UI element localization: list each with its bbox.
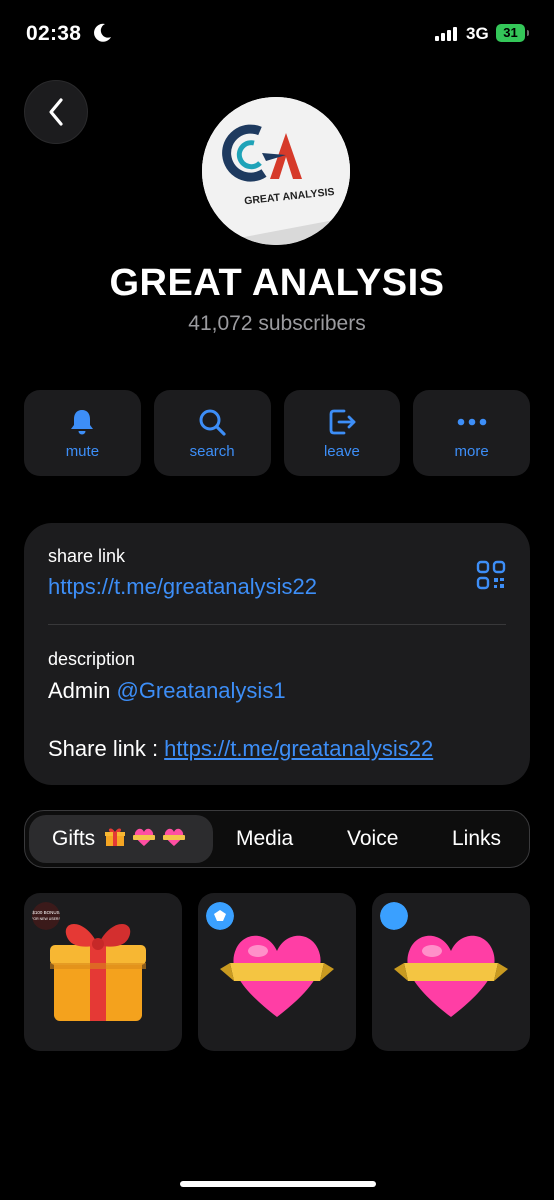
description-share-prefix: Share link : xyxy=(48,736,165,761)
search-icon xyxy=(199,409,226,436)
description-line-1: Admin @Greatanalysis1 xyxy=(48,678,286,704)
description-share-link[interactable]: https://t.me/greatanalysis22 xyxy=(164,736,433,761)
channel-name: GREAT ANALYSIS xyxy=(109,262,445,304)
leave-button[interactable]: leave xyxy=(283,390,401,476)
back-button[interactable] xyxy=(24,80,88,144)
search-button[interactable]: search xyxy=(153,390,271,476)
tab-media[interactable]: Media xyxy=(236,811,293,867)
mute-label: mute xyxy=(65,442,100,460)
leave-label: leave xyxy=(323,442,360,460)
description-line-2: Share link : https://t.me/greatanalysis2… xyxy=(48,736,433,762)
chevron-left-icon xyxy=(49,98,63,126)
info-divider xyxy=(48,624,506,625)
svg-text:FOR NEW USERS: FOR NEW USERS xyxy=(32,917,60,921)
qr-code-icon[interactable] xyxy=(476,560,506,590)
admin-mention-link[interactable]: @Greatanalysis1 xyxy=(116,678,285,703)
leave-icon xyxy=(329,409,356,434)
search-label: search xyxy=(189,442,235,460)
tab-voice[interactable]: Voice xyxy=(347,811,398,867)
gift-tile-heart-1[interactable] xyxy=(198,893,356,1051)
more-button[interactable]: more xyxy=(413,390,530,476)
tab-gifts[interactable]: Gifts xyxy=(52,811,186,867)
share-link-label: share link xyxy=(48,546,126,566)
tab-gifts-label: Gifts xyxy=(52,827,96,850)
info-card: share link https://t.me/greatanalysis22 … xyxy=(24,523,530,785)
description-label: description xyxy=(48,649,136,669)
status-bar: 02:38 3G 31 xyxy=(0,0,554,70)
media-tabs: Gifts Media Voice Links xyxy=(24,810,530,868)
moon-icon xyxy=(94,23,111,42)
gift-tile-heart-2[interactable] xyxy=(372,893,530,1051)
status-time: 02:38 xyxy=(26,22,82,45)
verified-badge-icon xyxy=(206,902,234,930)
action-bar: mute search leave more xyxy=(24,390,530,476)
svg-text:$100 BONUS: $100 BONUS xyxy=(32,910,59,915)
status-dot-icon xyxy=(380,902,408,930)
signal-icon xyxy=(435,27,457,41)
mute-button[interactable]: mute xyxy=(24,390,141,476)
network-type: 3G xyxy=(466,24,489,43)
subscriber-count: 41,072 subscribers xyxy=(188,312,366,335)
channel-avatar[interactable]: GREAT ANALYSIS xyxy=(202,97,350,245)
share-link-url[interactable]: https://t.me/greatanalysis22 xyxy=(48,574,317,600)
gift-emoji-icon xyxy=(105,828,126,846)
promo-badge-icon: $100 BONUS FOR NEW USERS xyxy=(32,902,60,930)
more-icon xyxy=(457,418,486,425)
battery-icon: 31 xyxy=(496,24,529,42)
bell-icon xyxy=(71,409,94,434)
heart-emoji-icon xyxy=(162,828,185,846)
gift-tile-box[interactable]: $100 BONUS FOR NEW USERS xyxy=(24,893,182,1051)
tab-links[interactable]: Links xyxy=(452,811,501,867)
home-indicator[interactable] xyxy=(180,1181,376,1187)
heart-emoji-icon xyxy=(132,828,155,846)
more-label: more xyxy=(454,442,489,460)
battery-level: 31 xyxy=(503,25,518,40)
description-prefix: Admin xyxy=(48,678,117,703)
channel-logo: GREAT ANALYSIS xyxy=(202,97,350,245)
